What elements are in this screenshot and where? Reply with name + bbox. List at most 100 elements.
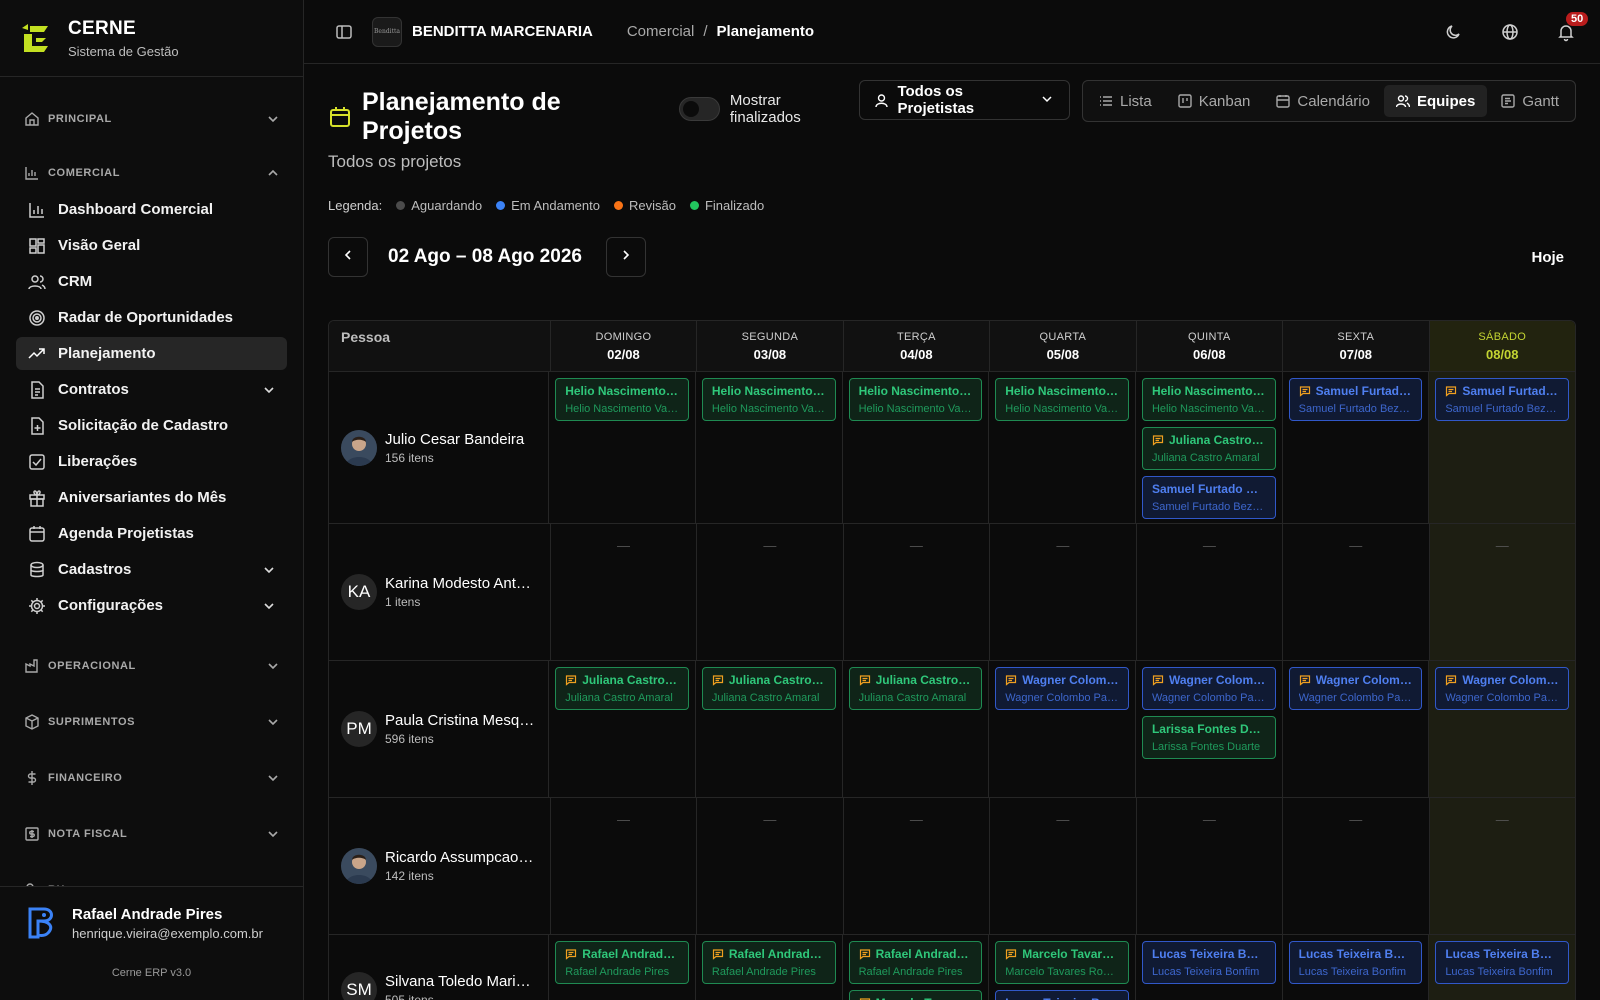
day-cell[interactable]: — [696, 798, 842, 934]
event-card[interactable]: Rafael Andrade Pires Rafael Andrade Pires [555, 941, 689, 984]
sidebar-item-aniversariantes[interactable]: Aniversariantes do Mês [16, 481, 287, 514]
day-cell[interactable]: — [1135, 798, 1282, 934]
day-cell[interactable]: Wagner Colombo Pacheco Wagner Colombo Pac… [1134, 661, 1282, 797]
prev-week-button[interactable] [328, 237, 368, 277]
day-cell[interactable]: Helio Nascimento Vargas Helio Nascimento … [1134, 372, 1282, 523]
event-card[interactable]: Helio Nascimento Vargas Helio Nascimento … [995, 378, 1129, 421]
show-finished-toggle[interactable] [678, 97, 720, 121]
view-equipes[interactable]: Equipes [1383, 85, 1488, 117]
event-card[interactable]: Juliana Castro Amaral Juliana Castro Amar… [701, 667, 836, 710]
day-cell[interactable]: — [1428, 524, 1575, 660]
view-gantt[interactable]: Gantt [1489, 85, 1571, 117]
designer-select[interactable]: Todos os Projetistas [859, 80, 1070, 120]
event-card[interactable]: Helio Nascimento Vargas Helio Nascimento … [848, 378, 983, 421]
day-cell[interactable]: — [549, 798, 696, 934]
section-operacional[interactable]: OPERACIONAL [24, 654, 287, 678]
event-card[interactable]: Helio Nascimento Vargas Helio Nascimento … [555, 378, 689, 421]
event-card[interactable]: Wagner Colombo Pacheco Wagner Colombo Pac… [1141, 667, 1276, 710]
breadcrumb-comercial[interactable]: Comercial [627, 23, 695, 40]
day-cell[interactable]: Helio Nascimento Vargas Helio Nascimento … [548, 372, 695, 523]
event-card[interactable]: Lucas Teixeira BonfimLucas Teixeira Bonf… [1288, 941, 1423, 984]
event-card[interactable]: Lucas Teixeira BonfimLucas Teixeira Bonf… [995, 990, 1129, 1000]
event-card[interactable]: Helio Nascimento Vargas Helio Nascimento … [701, 378, 836, 421]
day-cell[interactable]: Rafael Andrade Pires Rafael Andrade Pires [548, 935, 695, 1000]
day-cell[interactable]: Juliana Castro Amaral Juliana Castro Amar… [694, 661, 842, 797]
event-card[interactable]: Marcelo Tavares RochaMarcelo Tavares Roc… [848, 990, 983, 1000]
sidebar-item-dashboard-comercial[interactable]: Dashboard Comercial [16, 193, 287, 226]
day-cell[interactable]: Helio Nascimento Vargas Helio Nascimento … [841, 372, 989, 523]
day-cell[interactable]: Lucas Teixeira Bonfim Lucas Teixeira Bonf… [1428, 935, 1575, 1000]
day-cell[interactable]: — [1428, 798, 1575, 934]
event-card[interactable]: Rafael Andrade Pires Rafael Andrade Pires [848, 941, 983, 984]
view-kanban[interactable]: Kanban [1166, 85, 1263, 117]
day-cell[interactable]: Lucas Teixeira Bonfim Lucas Teixeira Bonf… [1134, 935, 1282, 1000]
day-cell[interactable]: — [842, 798, 989, 934]
sidebar-item-visao-geral[interactable]: Visão Geral [16, 229, 287, 262]
section-principal[interactable]: PRINCIPAL [24, 107, 287, 131]
sidebar-item-planejamento[interactable]: Planejamento [16, 337, 287, 370]
today-button[interactable]: Hoje [1531, 249, 1564, 266]
section-rh[interactable]: RH [24, 878, 287, 886]
event-card[interactable]: Juliana Castro Amaral Juliana Castro Amar… [1141, 427, 1276, 470]
day-cell[interactable]: — [989, 524, 1135, 660]
section-comercial[interactable]: COMERCIAL [24, 161, 287, 185]
event-card[interactable]: Lucas Teixeira BonfimLucas Teixeira Bonf… [1141, 941, 1276, 984]
person-cell[interactable]: Julio Cesar Bandeira 156 itens [329, 372, 548, 523]
sidebar-item-crm[interactable]: CRM [16, 265, 287, 298]
person-cell[interactable]: SM Silvana Toledo Marinho 505 itens [329, 935, 548, 1000]
event-card[interactable]: Wagner Colombo Pacheco Wagner Colombo Pac… [1288, 667, 1423, 710]
sidebar-item-configuracoes[interactable]: Configurações [16, 589, 287, 622]
day-cell[interactable]: Helio Nascimento Vargas Helio Nascimento … [988, 372, 1135, 523]
sidebar-item-liberacoes[interactable]: Liberações [16, 445, 287, 478]
day-cell[interactable]: — [1135, 524, 1282, 660]
event-card[interactable]: Lucas Teixeira BonfimLucas Teixeira Bonf… [1435, 941, 1569, 984]
bell-icon[interactable]: 50 [1556, 11, 1589, 42]
day-cell[interactable]: — [549, 524, 696, 660]
day-cell[interactable]: — [696, 524, 842, 660]
section-financeiro[interactable]: FINANCEIRO [24, 766, 287, 790]
sidebar-toggle-icon[interactable] [334, 22, 354, 42]
event-card[interactable]: Samuel Furtado Bezerra Samuel Furtado Bez… [1435, 378, 1569, 421]
sidebar-item-agenda-projetistas[interactable]: Agenda Projetistas [16, 517, 287, 550]
day-cell[interactable]: Wagner Colombo Pacheco Wagner Colombo Pac… [988, 661, 1135, 797]
globe-icon[interactable] [1500, 22, 1520, 42]
event-card[interactable]: Rafael Andrade Pires Rafael Andrade Pires [701, 941, 836, 984]
day-cell[interactable]: Rafael Andrade PiresRafael Andrade Pires… [841, 935, 989, 1000]
section-nota-fiscal[interactable]: NOTA FISCAL [24, 822, 287, 846]
event-card[interactable]: Samuel Furtado Bezerra Samuel Furtado Bez… [1141, 476, 1276, 519]
day-cell[interactable]: Samuel Furtado Bezerra Samuel Furtado Bez… [1281, 372, 1429, 523]
day-cell[interactable]: Rafael Andrade Pires Rafael Andrade Pires [694, 935, 842, 1000]
company-logo[interactable]: Benditta [372, 16, 402, 47]
day-cell[interactable]: Juliana Castro Amaral Juliana Castro Amar… [548, 661, 695, 797]
event-card[interactable]: Helio Nascimento Vargas Helio Nascimento … [1141, 378, 1276, 421]
person-cell[interactable]: Ricardo Assumpcao Lima 142 itens [329, 798, 550, 934]
sidebar-item-cadastros[interactable]: Cadastros [16, 553, 287, 586]
day-cell[interactable]: Wagner Colombo Pacheco Wagner Colombo Pac… [1428, 661, 1575, 797]
day-cell[interactable]: — [842, 524, 989, 660]
day-cell[interactable]: Juliana Castro Amaral Juliana Castro Amar… [841, 661, 989, 797]
day-cell[interactable]: Marcelo Tavares Rocha Marcelo Tavares Roc… [988, 935, 1135, 1000]
day-cell[interactable]: Samuel Furtado Bezerra Samuel Furtado Bez… [1428, 372, 1575, 523]
person-cell[interactable]: PM Paula Cristina Mesquita 596 itens [329, 661, 548, 797]
view-lista[interactable]: Lista [1087, 85, 1164, 117]
view-calendario[interactable]: Calendário [1264, 85, 1382, 117]
day-cell[interactable]: Wagner Colombo Pacheco Wagner Colombo Pac… [1281, 661, 1429, 797]
day-cell[interactable]: — [989, 798, 1135, 934]
sidebar-item-radar[interactable]: Radar de Oportunidades [16, 301, 287, 334]
event-card[interactable]: Juliana Castro Amaral Juliana Castro Amar… [848, 667, 983, 710]
sidebar-item-contratos[interactable]: Contratos [16, 373, 287, 406]
brand[interactable]: CERNE Sistema de Gestão [0, 0, 303, 77]
event-card[interactable]: Samuel Furtado Bezerra Samuel Furtado Bez… [1288, 378, 1423, 421]
day-cell[interactable]: — [1282, 798, 1428, 934]
event-card[interactable]: Marcelo Tavares RochaMarcelo Tavares Roc… [995, 941, 1129, 984]
moon-icon[interactable] [1444, 22, 1464, 42]
user-profile[interactable]: Rafael Andrade Pires henrique.vieira@exe… [24, 905, 279, 941]
day-cell[interactable]: — [1282, 524, 1428, 660]
event-card[interactable]: Wagner Colombo Pacheco Wagner Colombo Pac… [1435, 667, 1569, 710]
company-name[interactable]: BENDITTA MARCENARIA [412, 23, 593, 40]
day-cell[interactable]: Lucas Teixeira Bonfim Lucas Teixeira Bonf… [1281, 935, 1429, 1000]
section-suprimentos[interactable]: SUPRIMENTOS [24, 710, 287, 734]
sidebar-item-solicitacao-cadastro[interactable]: Solicitação de Cadastro [16, 409, 287, 442]
event-card[interactable]: Juliana Castro Amaral Juliana Castro Amar… [555, 667, 689, 710]
person-cell[interactable]: KA Karina Modesto Antunes 1 itens [329, 524, 550, 660]
